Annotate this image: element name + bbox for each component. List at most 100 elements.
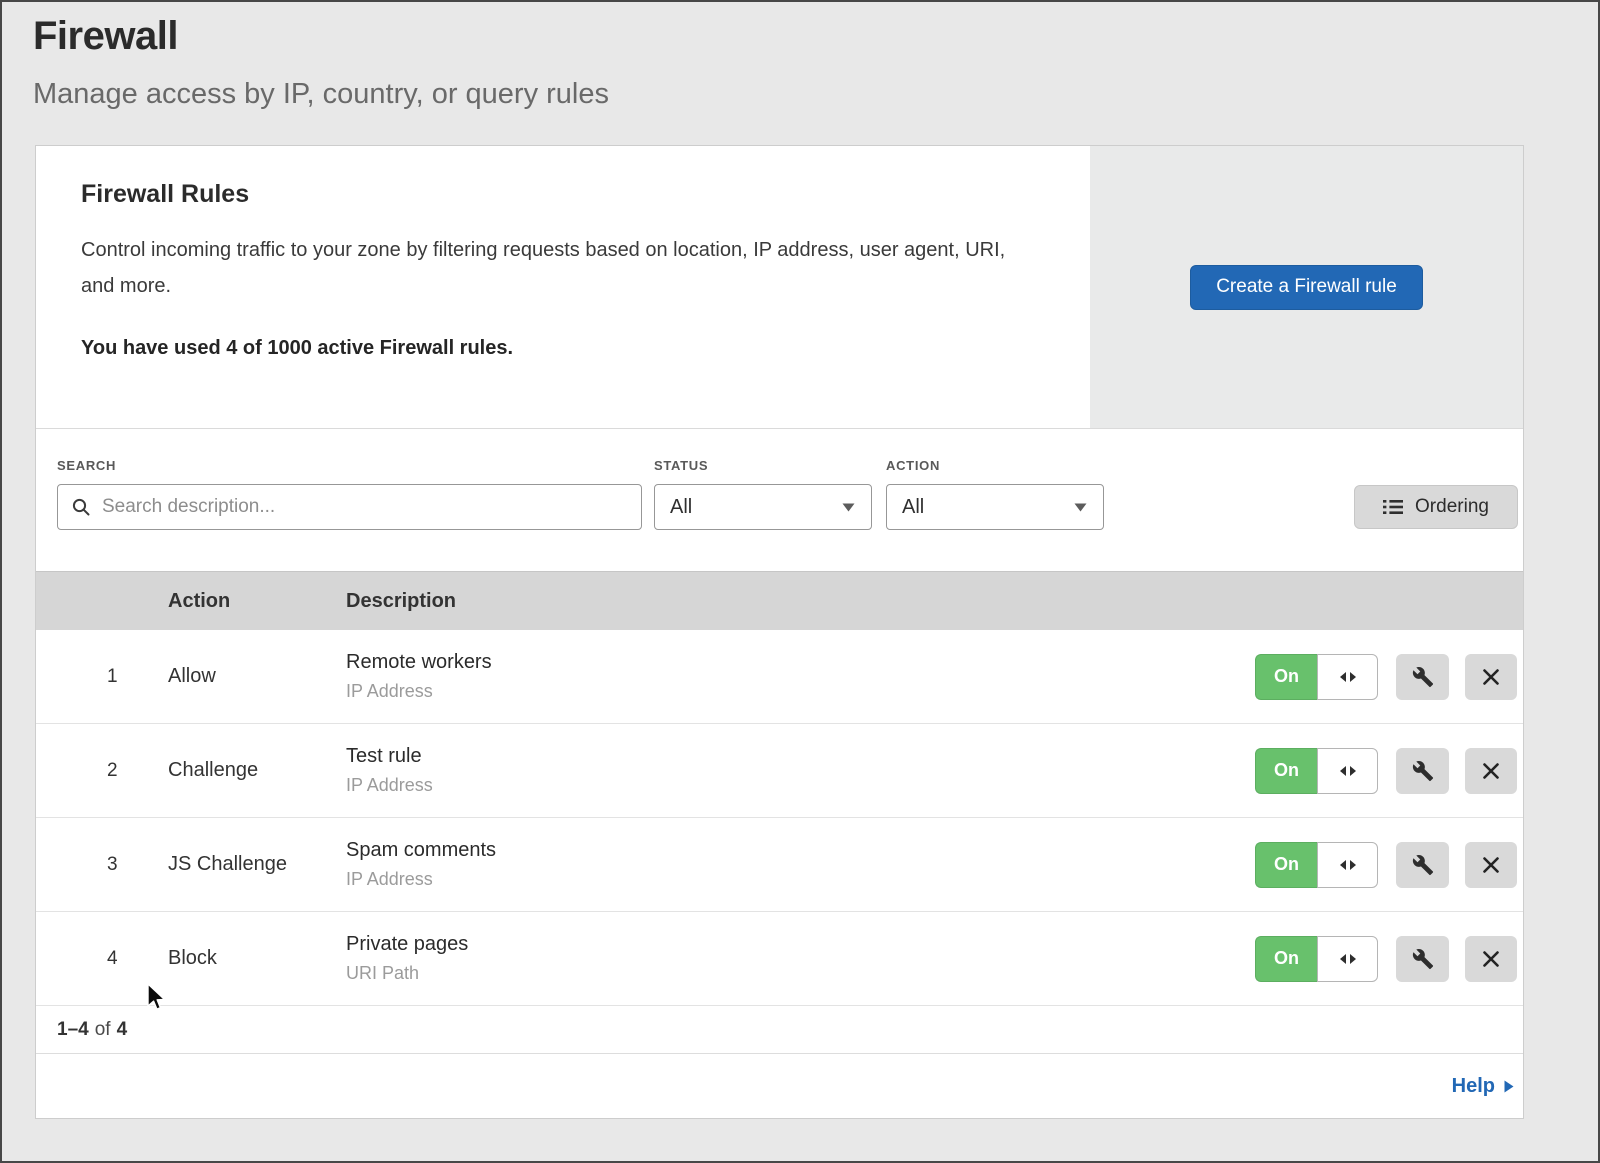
x-icon [1483,669,1499,685]
rule-controls: On [1255,654,1517,700]
toggle-on-label: On [1255,654,1317,700]
wrench-icon [1412,948,1434,970]
x-icon [1483,763,1499,779]
rule-match-type: IP Address [346,775,1255,796]
table-header: Action Description [36,571,1523,630]
rule-description-cell: Private pages URI Path [346,933,1255,984]
delete-rule-button[interactable] [1465,842,1517,888]
x-icon [1483,951,1499,967]
rule-controls: On [1255,936,1517,982]
chevron-down-icon [1074,503,1087,512]
ordered-list-icon [1383,499,1403,515]
status-label: STATUS [654,458,872,474]
rule-priority: 1 [36,666,168,688]
firewall-page: Firewall Manage access by IP, country, o… [0,0,1600,1163]
description-column-header: Description [346,590,1523,613]
toggle-on-label: On [1255,748,1317,794]
delete-rule-button[interactable] [1465,748,1517,794]
left-right-arrows-icon [1338,765,1358,777]
table-row: 1 Allow Remote workers IP Address On [36,630,1523,724]
action-column-header: Action [168,590,346,613]
rule-action: Challenge [168,759,346,782]
rule-action: JS Challenge [168,853,346,876]
help-link-label: Help [1452,1075,1495,1098]
rule-description: Private pages [346,933,1255,956]
rule-match-type: IP Address [346,681,1255,702]
toggle-drag-handle[interactable] [1317,936,1378,982]
rule-description-cell: Spam comments IP Address [346,839,1255,890]
toggle-drag-handle[interactable] [1317,748,1378,794]
action-select-value: All [902,496,924,519]
pagination-of: of [95,1019,111,1041]
page-title: Firewall [33,12,1520,60]
edit-rule-button[interactable] [1396,936,1449,982]
pagination: 1–4 of 4 [36,1006,1523,1054]
table-row: 3 JS Challenge Spam comments IP Address … [36,818,1523,912]
search-input[interactable] [57,484,642,530]
left-right-arrows-icon [1338,953,1358,965]
rule-enabled-toggle[interactable]: On [1255,654,1378,700]
pagination-total: 4 [117,1019,128,1041]
toggle-on-label: On [1255,842,1317,888]
action-filter-group: ACTION All [886,458,1104,530]
rule-description-cell: Test rule IP Address [346,745,1255,796]
rule-action: Allow [168,665,346,688]
rule-match-type: IP Address [346,869,1255,890]
pagination-range: 1–4 [57,1019,89,1041]
filter-bar: SEARCH STATUS All [36,429,1523,571]
wrench-icon [1412,854,1434,876]
rules-intro-text: Firewall Rules Control incoming traffic … [36,146,1090,428]
rule-controls: On [1255,842,1517,888]
ordering-button-label: Ordering [1415,496,1489,518]
edit-rule-button[interactable] [1396,654,1449,700]
wrench-icon [1412,666,1434,688]
chevron-down-icon [842,503,855,512]
page-subtitle: Manage access by IP, country, or query r… [33,76,1520,112]
rules-title: Firewall Rules [81,180,1050,209]
action-select[interactable]: All [886,484,1104,530]
delete-rule-button[interactable] [1465,654,1517,700]
rules-description: Control incoming traffic to your zone by… [81,232,1031,304]
toggle-on-label: On [1255,936,1317,982]
status-select-value: All [670,496,692,519]
search-label: SEARCH [57,458,642,474]
left-right-arrows-icon [1338,671,1358,683]
wrench-icon [1412,760,1434,782]
rule-description-cell: Remote workers IP Address [346,651,1255,702]
ordering-button[interactable]: Ordering [1354,485,1518,529]
status-filter-group: STATUS All [654,458,872,530]
rule-enabled-toggle[interactable]: On [1255,842,1378,888]
left-right-arrows-icon [1338,859,1358,871]
rule-description: Spam comments [346,839,1255,862]
rule-match-type: URI Path [346,963,1255,984]
rule-description: Remote workers [346,651,1255,674]
rule-priority: 3 [36,854,168,876]
rule-description: Test rule [346,745,1255,768]
table-row: 2 Challenge Test rule IP Address On [36,724,1523,818]
firewall-rules-card: Firewall Rules Control incoming traffic … [35,145,1524,1119]
edit-rule-button[interactable] [1396,748,1449,794]
rule-controls: On [1255,748,1517,794]
help-link[interactable]: Help [1452,1075,1514,1098]
rule-priority: 4 [36,948,168,970]
page-header: Firewall Manage access by IP, country, o… [2,2,1598,112]
create-firewall-rule-button[interactable]: Create a Firewall rule [1190,265,1423,310]
search-input-wrap [57,484,642,530]
rules-intro-section: Firewall Rules Control incoming traffic … [36,146,1523,429]
toggle-drag-handle[interactable] [1317,842,1378,888]
delete-rule-button[interactable] [1465,936,1517,982]
triangle-right-icon [1504,1080,1514,1093]
card-footer: Help [36,1054,1523,1118]
rule-enabled-toggle[interactable]: On [1255,936,1378,982]
create-rule-panel: Create a Firewall rule [1090,146,1523,428]
rule-action: Block [168,947,346,970]
table-row: 4 Block Private pages URI Path On [36,912,1523,1006]
x-icon [1483,857,1499,873]
rules-usage-count: You have used 4 of 1000 active Firewall … [81,337,1050,360]
status-select[interactable]: All [654,484,872,530]
search-icon [72,498,90,516]
search-filter-group: SEARCH [57,458,642,530]
toggle-drag-handle[interactable] [1317,654,1378,700]
rule-enabled-toggle[interactable]: On [1255,748,1378,794]
edit-rule-button[interactable] [1396,842,1449,888]
